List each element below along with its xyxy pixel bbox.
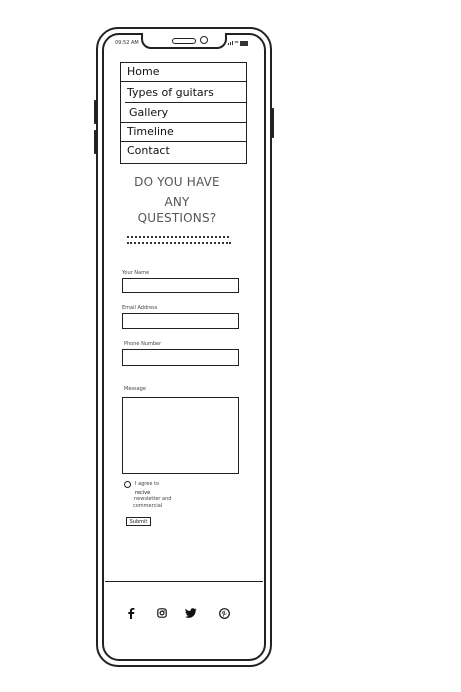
- footer-divider: [105, 581, 263, 582]
- facebook-icon[interactable]: [124, 606, 138, 620]
- divider: [121, 141, 246, 142]
- instagram-icon[interactable]: [155, 606, 169, 620]
- volume-button: [94, 130, 97, 154]
- nav-item-gallery[interactable]: Gallery: [129, 106, 254, 119]
- nav-item-label: Contact: [127, 144, 170, 157]
- nav-item-label: Home: [127, 65, 160, 78]
- nav-item-label: Timeline: [127, 125, 174, 138]
- nav-item-types-of-guitars[interactable]: Types of guitars: [127, 86, 252, 99]
- message-label: Message: [124, 386, 146, 392]
- nav-item-timeline[interactable]: Timeline: [127, 125, 252, 138]
- divider: [121, 122, 246, 123]
- submit-button[interactable]: Submit: [126, 517, 151, 526]
- message-textarea[interactable]: [122, 397, 239, 474]
- status-icons: ≈: [228, 39, 249, 46]
- twitter-icon[interactable]: [184, 606, 198, 620]
- signal-icon: [228, 41, 233, 45]
- phone-field[interactable]: [122, 349, 239, 366]
- camera-icon: [200, 36, 208, 44]
- phone-label: Phone Number: [124, 341, 162, 347]
- agree-text: commercial: [133, 503, 163, 509]
- placeholder-text-line: [127, 242, 231, 245]
- divider: [121, 81, 246, 82]
- speaker-icon: [172, 38, 196, 44]
- nav-item-contact[interactable]: Contact: [127, 144, 252, 157]
- nav-item-label: Types of guitars: [127, 86, 214, 99]
- name-label: Your Name: [122, 270, 150, 276]
- placeholder-text-line: [127, 236, 229, 239]
- agree-text: newsletter and: [134, 496, 172, 502]
- battery-icon: [240, 40, 249, 46]
- agree-radio[interactable]: [124, 481, 131, 488]
- page-title-line: ANY: [164, 195, 190, 209]
- nav-menu: Home Types of guitars Gallery Timeline C…: [120, 62, 247, 164]
- name-field[interactable]: [122, 278, 239, 293]
- status-time: 09:52 AM: [115, 40, 139, 46]
- email-label: Email Address: [122, 305, 158, 311]
- divider: [125, 102, 246, 103]
- wifi-icon: ≈: [234, 39, 240, 46]
- page-title-line: QUESTIONS?: [137, 211, 217, 225]
- page-title-line: DO YOU HAVE: [134, 175, 220, 189]
- pinterest-icon[interactable]: [217, 606, 231, 620]
- volume-button: [94, 100, 97, 124]
- power-button: [271, 108, 274, 138]
- agree-text: I agree to: [135, 481, 160, 487]
- nav-item-home[interactable]: Home: [127, 65, 252, 78]
- email-field[interactable]: [122, 313, 239, 329]
- nav-item-label: Gallery: [129, 106, 169, 119]
